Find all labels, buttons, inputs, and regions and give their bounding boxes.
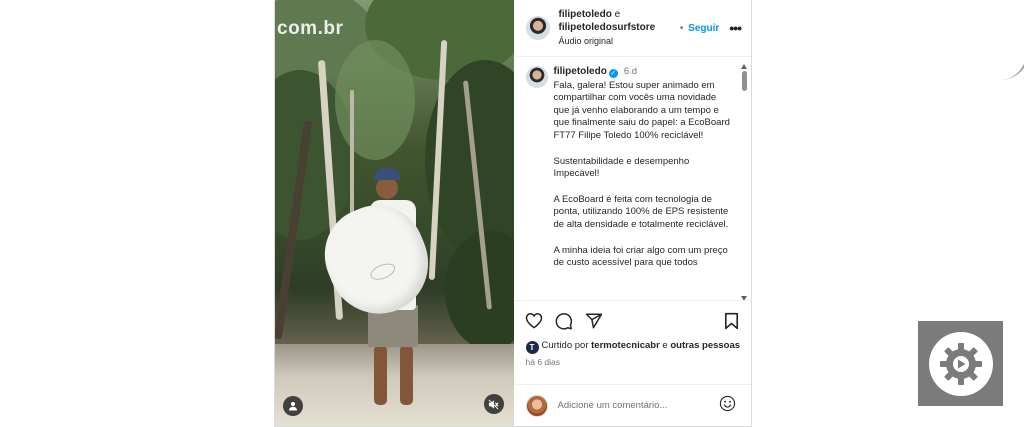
caption-time[interactable]: 6 d — [624, 66, 637, 77]
widget-disc — [928, 331, 993, 396]
more-dots-icon[interactable]: ••• — [729, 20, 742, 36]
beach-sand — [275, 344, 514, 426]
speaker-muted-icon[interactable] — [483, 394, 504, 414]
person-head — [376, 177, 398, 199]
caption-scrollbar[interactable] — [740, 64, 749, 300]
post-caption: filipetoledo ✓ 6 d Fala, galera! Estou sup… — [554, 66, 732, 300]
comment-icon[interactable] — [554, 311, 574, 331]
current-user-avatar — [525, 394, 548, 417]
scroll-thumb[interactable] — [742, 71, 747, 91]
liked-by: T Curtido por termotecnicabr e outras pe… — [514, 340, 752, 354]
accessibility-widget-button[interactable] — [918, 321, 1003, 406]
post-header: filipetoledo e filipetoledosurfstore Áud… — [513, 0, 751, 57]
follow-label: Seguir — [688, 22, 720, 34]
follow-button[interactable]: • Seguir — [680, 23, 719, 34]
caption-paragraph: A minha ideia foi criar algo com um preç… — [553, 244, 728, 269]
author-secondary-link[interactable]: filipetoledosurfstore — [559, 22, 656, 33]
caption-paragraph: Sustentabilidade e desempenho Impecável! — [553, 155, 690, 180]
caption-avatar[interactable] — [525, 66, 548, 88]
author-avatar[interactable] — [525, 16, 550, 40]
post-authors: filipetoledo e filipetoledosurfstore Áud… — [559, 8, 680, 48]
heart-icon[interactable] — [524, 311, 544, 331]
comment-bar: Adicione um comentário... — [513, 384, 751, 426]
emoji-icon[interactable] — [719, 395, 736, 417]
caption-paragraph: Fala, galera! Estou super animado em com… — [553, 79, 730, 141]
comment-input[interactable]: Adicione um comentário... — [558, 400, 720, 411]
post-side-panel: filipetoledo e filipetoledosurfstore Áud… — [513, 0, 752, 426]
liked-by-others[interactable]: outras pessoas — [670, 340, 740, 351]
gear-icon — [939, 342, 982, 385]
share-icon[interactable] — [584, 311, 604, 331]
liked-by-joiner: e — [659, 340, 671, 351]
page-edge-decoration — [1000, 0, 1024, 80]
foliage — [445, 230, 514, 350]
scroll-down-arrow-icon[interactable] — [741, 296, 747, 300]
liked-by-text: Curtido por termotecnicabr e outras pess… — [542, 340, 741, 352]
scroll-up-arrow-icon[interactable] — [741, 64, 747, 69]
watermark-text: com.br — [277, 18, 344, 39]
author-primary-link[interactable]: filipetoledo — [559, 9, 612, 20]
audio-label[interactable]: Áudio original — [559, 35, 680, 48]
instagram-post-embed: com.br filipetoledo e filipetoledosurfst… — [274, 0, 752, 427]
liker-avatar[interactable]: T — [525, 341, 539, 354]
foliage — [335, 40, 415, 160]
verified-badge-icon: ✓ — [608, 69, 618, 78]
authors-joiner: e — [611, 9, 621, 20]
person-leg — [400, 345, 413, 405]
person-leg — [374, 345, 387, 405]
liked-by-prefix: Curtido por — [541, 340, 592, 351]
liker-username[interactable]: termotecnicabr — [591, 340, 660, 351]
surfboard-logo — [368, 260, 398, 284]
post-photo[interactable]: com.br — [275, 0, 514, 426]
caption-username[interactable]: filipetoledo — [554, 66, 607, 77]
user-tag-icon[interactable] — [283, 396, 303, 416]
caption-paragraph: A EcoBoard é feita com tecnologia de pon… — [553, 193, 729, 230]
post-date[interactable]: há 6 dias — [514, 354, 752, 367]
post-actions — [513, 300, 751, 340]
person-cap — [374, 168, 400, 180]
bookmark-icon[interactable] — [721, 311, 741, 331]
caption-area: filipetoledo ✓ 6 d Fala, galera! Estou sup… — [514, 57, 752, 300]
follow-separator: • — [679, 22, 684, 34]
